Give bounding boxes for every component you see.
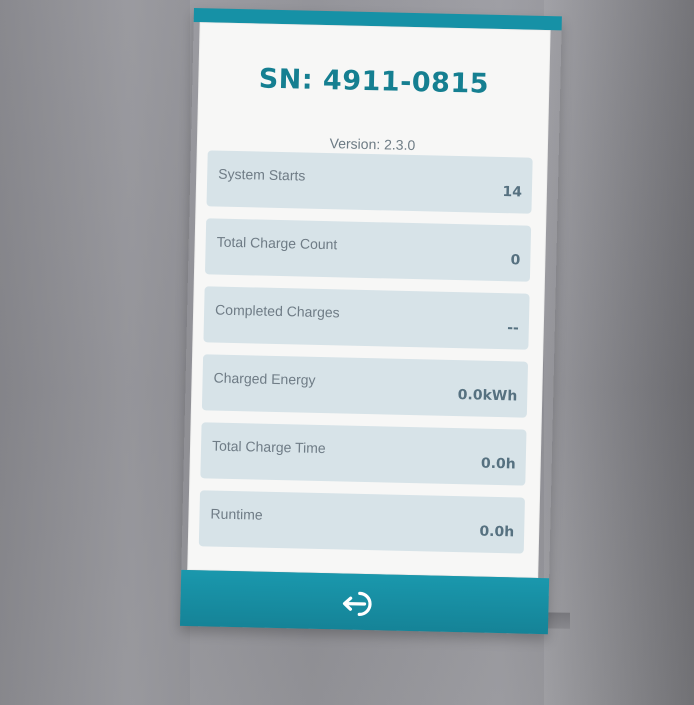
bottom-navigation-bar <box>179 569 550 635</box>
photo-scene: ........ SN: 4911-0815 Version: 2.3.0 Sy… <box>0 0 694 705</box>
stat-label: Total Charge Count <box>216 233 338 253</box>
stat-value: 14 <box>502 184 523 201</box>
stat-label: Charged Energy <box>213 369 316 388</box>
stat-label: Completed Charges <box>214 301 340 321</box>
stat-row-total-charge-count: Total Charge Count 0 <box>204 218 532 282</box>
left-wall-shadow <box>0 0 190 705</box>
stat-value: 0.0h <box>479 523 515 541</box>
stat-row-charged-energy: Charged Energy 0.0kWh <box>201 354 529 418</box>
stat-row-completed-charges: Completed Charges -- <box>203 286 530 350</box>
stat-row-system-starts: System Starts 14 <box>206 150 533 214</box>
stat-value: -- <box>507 320 519 337</box>
stat-value: 0.0h <box>480 455 516 473</box>
charging-station-display: ........ SN: 4911-0815 Version: 2.3.0 Sy… <box>179 8 562 635</box>
back-button[interactable] <box>338 587 381 620</box>
stat-value: 0 <box>510 252 521 269</box>
stat-label: System Starts <box>218 165 306 184</box>
stat-row-total-charge-time: Total Charge Time 0.0h <box>200 422 527 486</box>
serial-number: SN: 4911-0815 <box>258 63 490 100</box>
statistics-list: System Starts 14 Total Charge Count 0 Co… <box>198 150 533 565</box>
stat-label: Total Charge Time <box>211 437 326 457</box>
top-title-fragment: ........ <box>355 8 392 18</box>
back-exit-icon <box>342 591 372 617</box>
right-wall-shadow <box>544 0 694 705</box>
stat-value: 0.0kWh <box>457 387 518 405</box>
info-screen: SN: 4911-0815 Version: 2.3.0 System Star… <box>187 22 551 578</box>
stat-label: Runtime <box>210 505 263 523</box>
stat-row-runtime: Runtime 0.0h <box>198 490 525 554</box>
